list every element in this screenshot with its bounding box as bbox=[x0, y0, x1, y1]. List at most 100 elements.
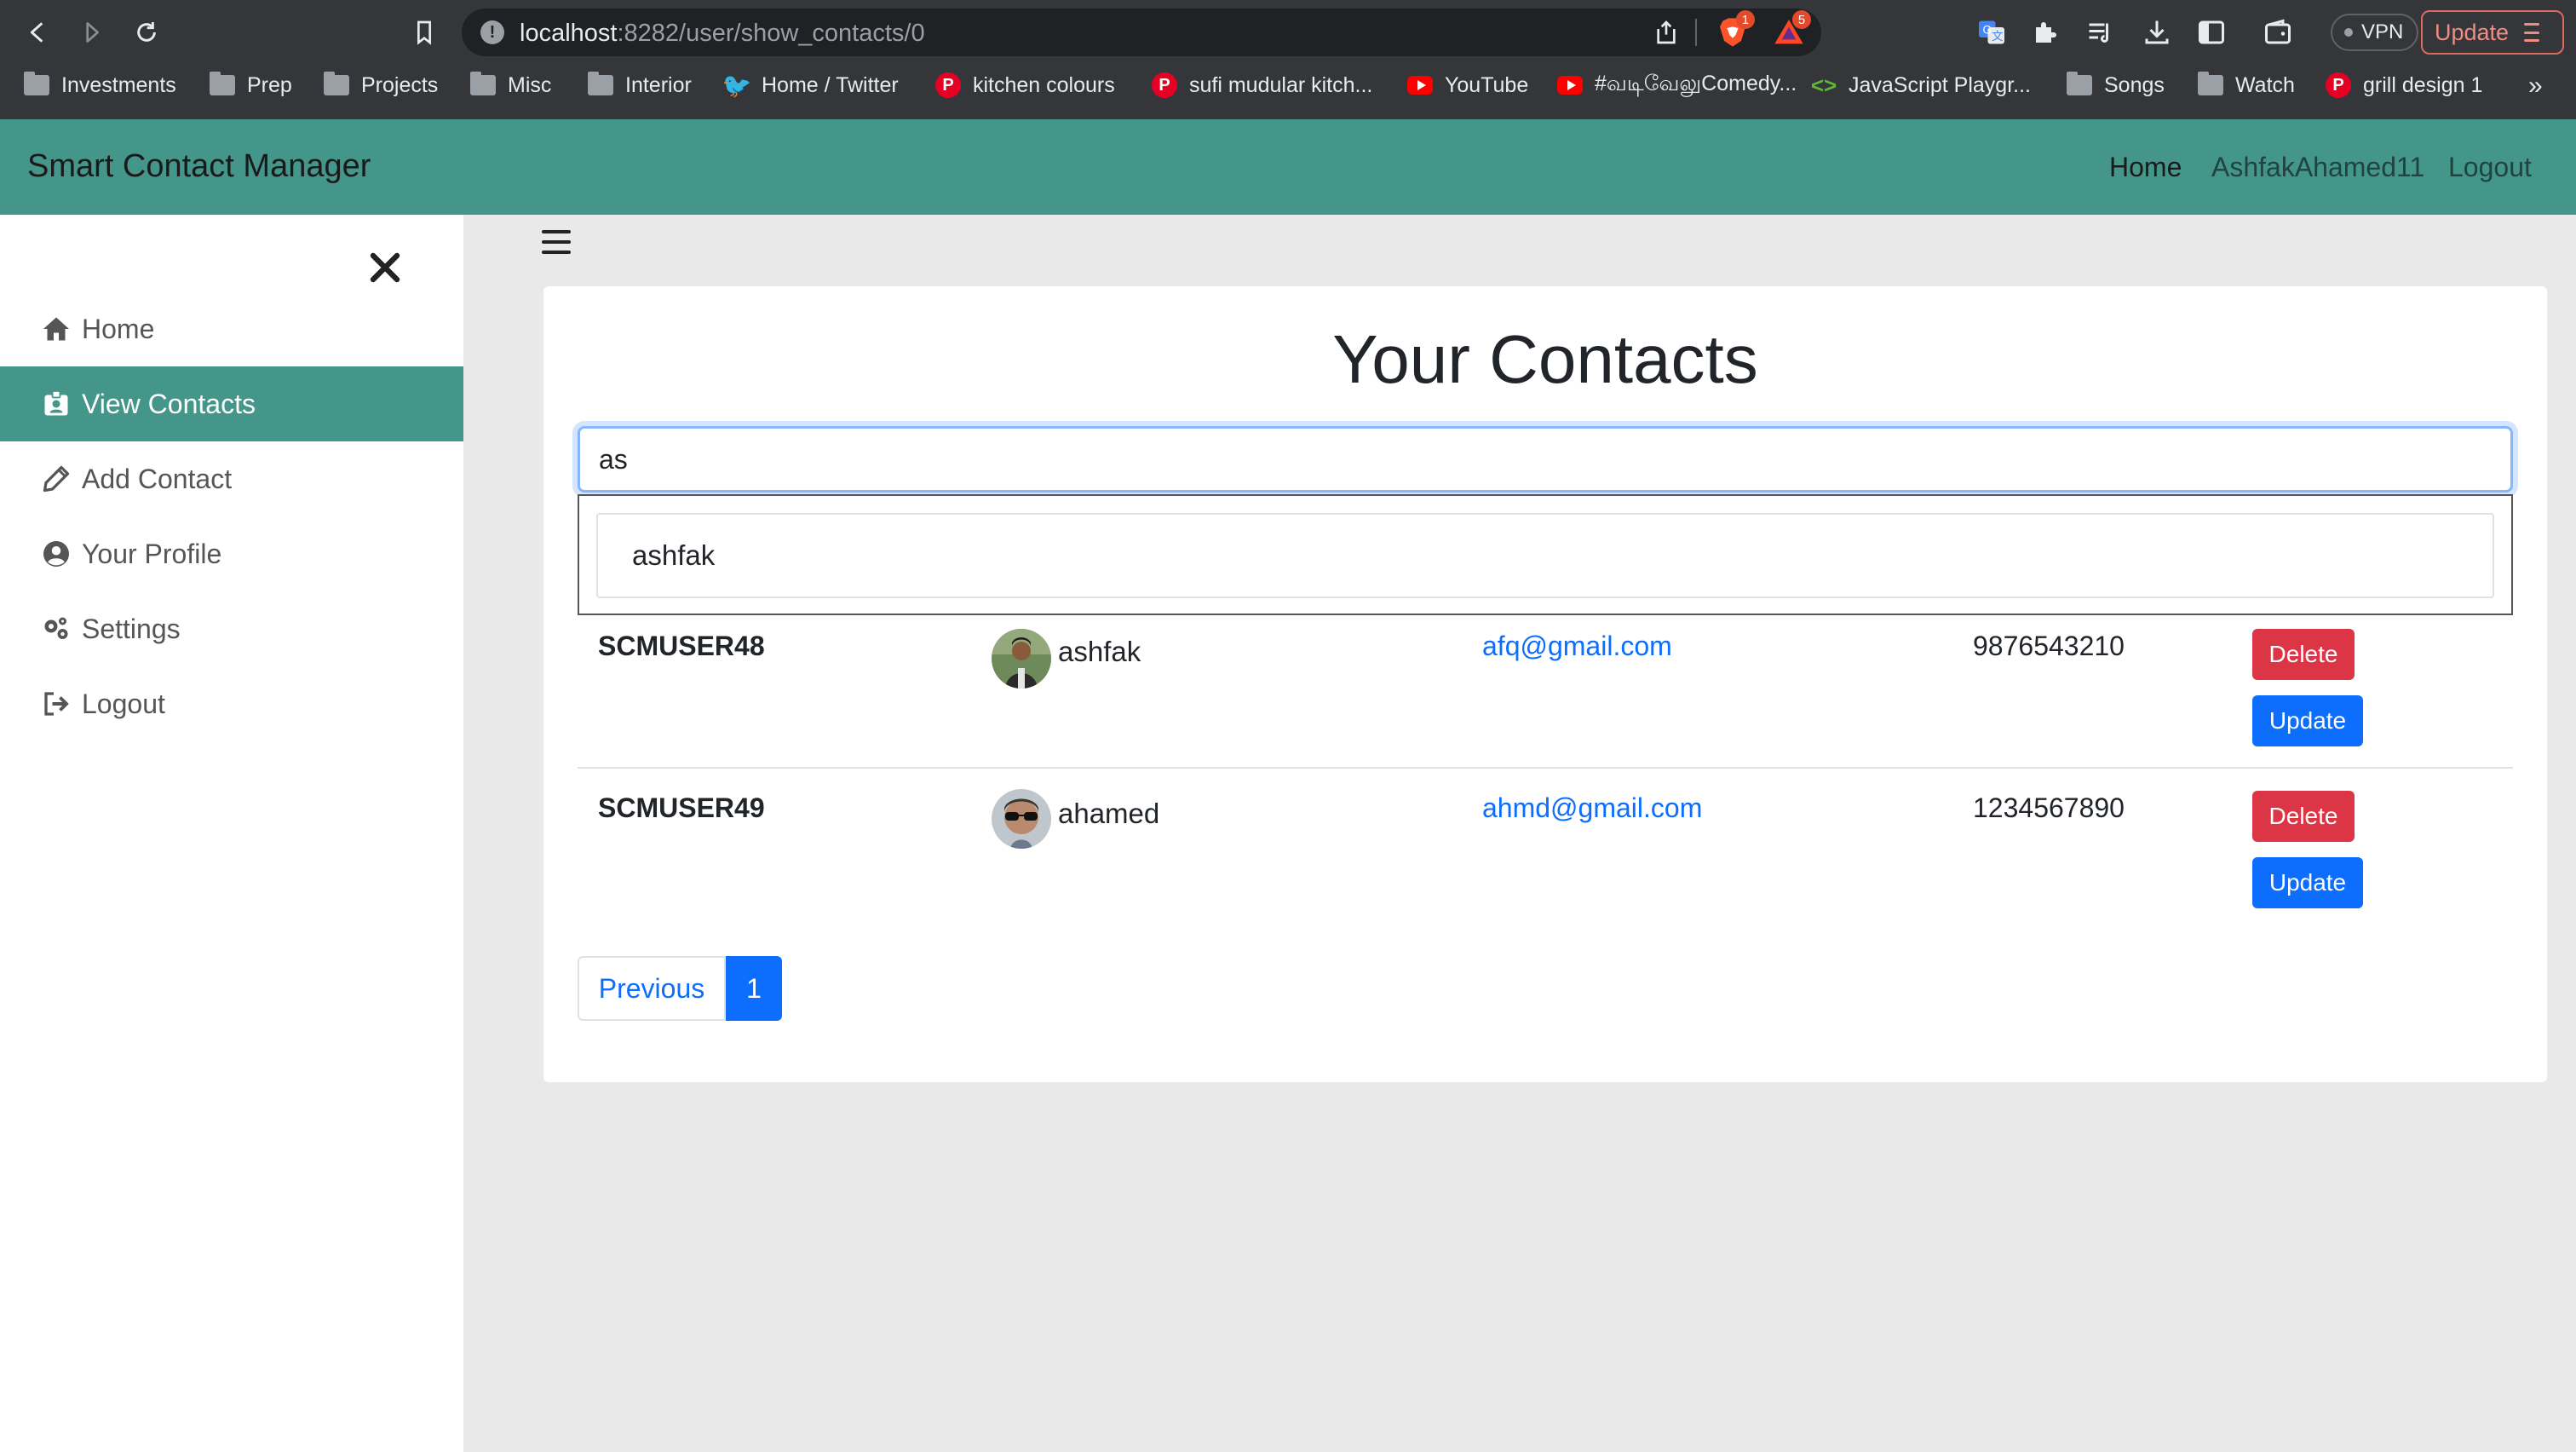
code-icon: <> bbox=[1810, 72, 1837, 98]
bookmark-item[interactable]: Pkitchen colours bbox=[935, 65, 1115, 106]
page-number-button[interactable]: 1 bbox=[726, 956, 782, 1021]
download-icon[interactable] bbox=[2142, 17, 2172, 48]
contact-id: SCMUSER48 bbox=[598, 631, 765, 661]
translate-icon[interactable]: G文 bbox=[1976, 17, 2007, 48]
reload-button[interactable] bbox=[129, 15, 164, 49]
playlist-icon[interactable] bbox=[2085, 17, 2116, 48]
bookmark-label: Prep bbox=[247, 72, 292, 97]
brave-shields-button[interactable]: 1 bbox=[1716, 10, 1755, 49]
bookmark-label: Misc bbox=[508, 72, 552, 97]
bookmark-label: Interior bbox=[625, 72, 692, 97]
bookmark-item[interactable]: Misc bbox=[470, 65, 551, 106]
youtube-icon bbox=[1557, 72, 1583, 98]
app-brand[interactable]: Smart Contact Manager bbox=[27, 148, 371, 185]
url-text[interactable]: localhost:8282/user/show_contacts/0 bbox=[520, 20, 925, 48]
folder-icon bbox=[210, 72, 235, 98]
sidebar-item-label: View Contacts bbox=[82, 388, 256, 419]
main-content: Your Contacts ashfak SCMUSER48 ashfak af… bbox=[463, 215, 2576, 1452]
app-navbar: Smart Contact Manager Home AshfakAhamed1… bbox=[0, 119, 2576, 215]
nav-logout-link[interactable]: Logout bbox=[2448, 152, 2532, 183]
wallet-icon[interactable] bbox=[2263, 17, 2293, 48]
pagination: Previous 1 bbox=[578, 956, 782, 1021]
hamburger-menu-icon[interactable] bbox=[542, 230, 571, 254]
bookmarks-overflow-button[interactable]: » bbox=[2528, 72, 2543, 101]
avatar bbox=[992, 629, 1051, 689]
search-suggestions: ashfak bbox=[578, 494, 2513, 615]
update-button[interactable]: Update bbox=[2252, 695, 2363, 746]
nav-home-link[interactable]: Home bbox=[2109, 152, 2182, 183]
sidebar-item-label: Home bbox=[82, 313, 155, 344]
pinterest-icon: P bbox=[1152, 72, 1177, 98]
brave-shields-badge: 1 bbox=[1736, 10, 1755, 29]
update-button[interactable]: Update bbox=[2252, 857, 2363, 908]
contact-phone: 1234567890 bbox=[1973, 792, 2125, 823]
sidebar-item-home[interactable]: Home bbox=[0, 291, 463, 366]
share-icon[interactable] bbox=[1653, 19, 1680, 46]
nav-username-link[interactable]: AshfakAhamed11 bbox=[2211, 152, 2424, 183]
bookmark-item[interactable]: YouTube bbox=[1407, 65, 1528, 106]
bookmark-label: YouTube bbox=[1445, 72, 1529, 97]
bookmark-icon bbox=[417, 20, 431, 45]
back-button[interactable] bbox=[20, 15, 55, 49]
bookmark-label: JavaScript Playgr... bbox=[1849, 72, 2031, 97]
bookmark-item[interactable]: Songs bbox=[2067, 65, 2165, 106]
home-icon bbox=[43, 317, 69, 341]
menu-icon bbox=[2524, 23, 2540, 42]
sidebar-item-label: Settings bbox=[82, 613, 181, 644]
browser-update-button[interactable]: Update bbox=[2421, 10, 2564, 55]
bookmark-item[interactable]: Interior bbox=[588, 65, 692, 106]
pinterest-icon: P bbox=[2326, 72, 2351, 98]
address-bar[interactable]: ! localhost:8282/user/show_contacts/0 1 … bbox=[462, 9, 1821, 56]
bookmark-button[interactable] bbox=[407, 15, 441, 49]
bookmark-label: #வடிவேலுComedy... bbox=[1595, 72, 1797, 95]
sidebar-toggle-icon[interactable] bbox=[2196, 17, 2227, 48]
contact-name[interactable]: ashfak bbox=[1058, 636, 1141, 668]
user-circle-icon bbox=[43, 541, 69, 567]
avatar bbox=[992, 789, 1051, 849]
bookmark-item[interactable]: 🐦 Home / Twitter bbox=[722, 65, 899, 106]
pencil-icon bbox=[43, 465, 70, 493]
bookmark-item[interactable]: Watch bbox=[2198, 65, 2295, 106]
delete-button[interactable]: Delete bbox=[2252, 629, 2355, 680]
contacts-card: Your Contacts ashfak SCMUSER48 ashfak af… bbox=[543, 286, 2547, 1082]
bookmark-item[interactable]: Prep bbox=[210, 65, 292, 106]
sidebar-item-label: Logout bbox=[82, 688, 165, 719]
contact-name[interactable]: ahamed bbox=[1058, 798, 1159, 830]
search-suggestion-item[interactable]: ashfak bbox=[596, 513, 2494, 598]
url-path: :8282/user/show_contacts/0 bbox=[617, 20, 925, 47]
vpn-status-dot bbox=[2344, 28, 2353, 37]
bookmark-item[interactable]: Investments bbox=[24, 65, 176, 106]
bookmark-item[interactable]: Projects bbox=[324, 65, 438, 106]
svg-text:文: 文 bbox=[1992, 30, 2004, 43]
forward-button[interactable] bbox=[75, 15, 109, 49]
bookmark-label: grill design 1 bbox=[2363, 72, 2483, 97]
bookmark-item[interactable]: Psufi mudular kitch... bbox=[1152, 65, 1372, 106]
contact-email-link[interactable]: afq@gmail.com bbox=[1482, 631, 1672, 662]
bookmark-item[interactable]: Pgrill design 1 bbox=[2326, 65, 2482, 106]
delete-button[interactable]: Delete bbox=[2252, 791, 2355, 842]
vpn-button[interactable]: VPN bbox=[2331, 14, 2419, 51]
bookmarks-bar: Investments Prep Projects Misc Interior … bbox=[0, 65, 2576, 119]
bookmark-item[interactable]: #வடிவேலுComedy... bbox=[1557, 65, 1797, 106]
folder-icon bbox=[2198, 72, 2223, 98]
svg-text:G: G bbox=[1983, 24, 1992, 37]
brave-rewards-button[interactable]: 5 bbox=[1772, 10, 1811, 49]
sidebar-item-logout[interactable]: Logout bbox=[0, 666, 463, 741]
site-info-icon[interactable]: ! bbox=[480, 20, 504, 44]
reload-icon bbox=[137, 22, 156, 42]
sidebar-item-add-contact[interactable]: Add Contact bbox=[0, 441, 463, 516]
sign-out-icon bbox=[44, 692, 69, 716]
sidebar-item-view-contacts[interactable]: View Contacts bbox=[0, 366, 463, 441]
sidebar-item-label: Your Profile bbox=[82, 538, 222, 569]
sidebar-item-your-profile[interactable]: Your Profile bbox=[0, 516, 463, 591]
folder-icon bbox=[324, 72, 349, 98]
sidebar-item-settings[interactable]: Settings bbox=[0, 591, 463, 666]
previous-page-button[interactable]: Previous bbox=[578, 956, 726, 1021]
search-input[interactable] bbox=[578, 426, 2513, 493]
close-icon[interactable] bbox=[365, 247, 405, 288]
bookmark-label: Songs bbox=[2104, 72, 2165, 97]
extensions-puzzle-icon[interactable] bbox=[2031, 17, 2061, 48]
contact-email-link[interactable]: ahmd@gmail.com bbox=[1482, 792, 1702, 824]
bookmark-item[interactable]: <> JavaScript Playgr... bbox=[1811, 65, 2031, 106]
contact-card-icon bbox=[44, 390, 68, 416]
